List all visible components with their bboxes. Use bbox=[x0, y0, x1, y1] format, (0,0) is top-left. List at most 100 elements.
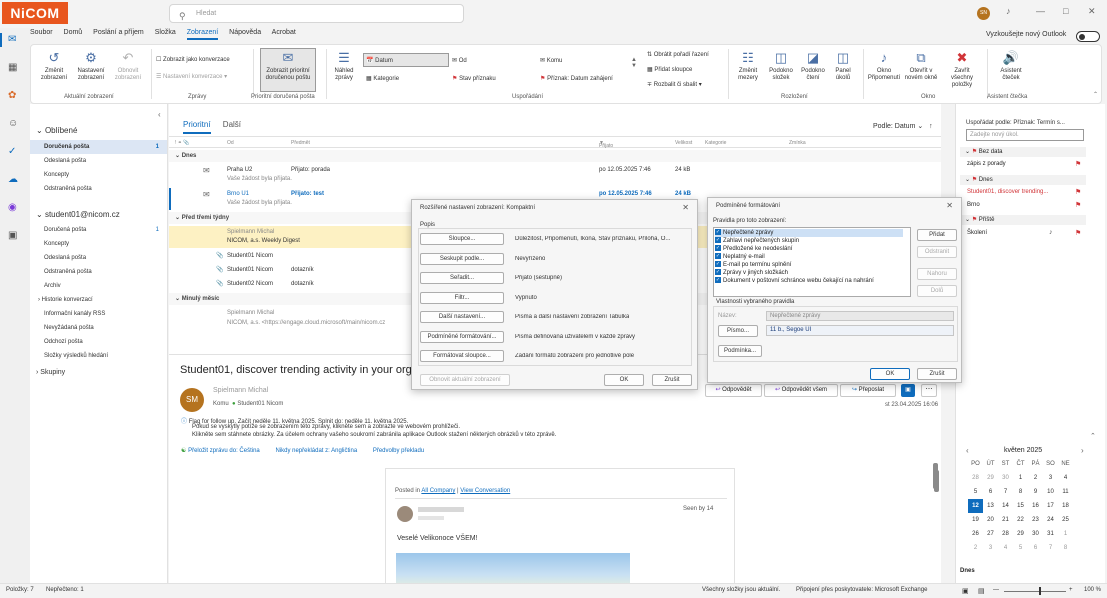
flag-icon[interactable]: ⚑ bbox=[1075, 160, 1081, 168]
new-task-input[interactable]: Zadejte nový úkol. bbox=[966, 129, 1084, 141]
open-new-window-button[interactable]: ⧉ Otevřít v novém okně bbox=[903, 50, 939, 82]
col-received[interactable]: Přijato ▼ bbox=[599, 140, 613, 149]
reading-pane-button[interactable]: ◪ Podokno čtení bbox=[797, 50, 829, 82]
calendar-day[interactable]: 23 bbox=[1028, 513, 1043, 527]
sender-name[interactable]: Spielmann Michal bbox=[213, 387, 268, 394]
reverse-sort-button[interactable]: ⇅ Obrátit pořadí řazení bbox=[647, 51, 709, 58]
folder-inbox[interactable]: Doručená pošta 1 bbox=[30, 223, 167, 237]
folder-archive[interactable]: Archiv bbox=[30, 279, 167, 293]
folder-search-folders[interactable]: Složky výsledků hledání bbox=[30, 349, 167, 363]
calendar-day[interactable]: 11 bbox=[1058, 485, 1073, 499]
task-item[interactable]: Školení bbox=[967, 230, 987, 236]
next-month-icon[interactable]: › bbox=[1081, 446, 1084, 455]
calendar-day[interactable]: 20 bbox=[983, 513, 998, 527]
web-view-info[interactable]: Pokud se vyskytly potíže se zobrazením t… bbox=[192, 424, 460, 430]
arrange-category-button[interactable]: ▦ Kategorie bbox=[366, 75, 399, 82]
group-future[interactable]: ⌄ ⚑ Příště bbox=[960, 215, 1086, 225]
tab-soubor[interactable]: Soubor bbox=[30, 29, 53, 36]
zoom-slider-thumb[interactable] bbox=[1039, 587, 1041, 595]
message-preview-button[interactable]: ☰ Náhled zprávy bbox=[330, 50, 358, 82]
rules-list[interactable]: ✓ Nepřečtené zprávy ✓ Zahlavi nepřečtených … bbox=[713, 227, 911, 297]
calendar-icon[interactable]: ▦ bbox=[8, 62, 17, 73]
cancel-button[interactable]: Zrušit bbox=[917, 368, 957, 380]
account-header[interactable]: ⌄ student01@nicom.cz bbox=[36, 210, 120, 219]
folder-drafts[interactable]: Koncepty bbox=[30, 237, 167, 251]
calendar-day[interactable]: 29 bbox=[983, 471, 998, 485]
task-item[interactable]: Brno bbox=[967, 202, 980, 208]
sort-dropdown[interactable]: Podle: Datum ⌄ ↑ bbox=[873, 122, 933, 130]
add-rule-button[interactable]: Přidat bbox=[917, 229, 957, 241]
tab-help[interactable]: Nápověda bbox=[229, 29, 261, 36]
calendar-day[interactable]: 27 bbox=[983, 527, 998, 541]
calendar-day[interactable]: 5 bbox=[968, 485, 983, 499]
rule-item[interactable]: ✓ Nepřečtené zprávy bbox=[715, 229, 903, 237]
apps-icon[interactable]: ▣ bbox=[8, 230, 17, 241]
calendar-day[interactable]: 30 bbox=[1028, 527, 1043, 541]
calendar-day[interactable]: 21 bbox=[998, 513, 1013, 527]
calendar-day[interactable]: 17 bbox=[1043, 499, 1058, 513]
arrange-date-button[interactable]: 📅 Datum bbox=[366, 57, 393, 64]
tab-focused[interactable]: Prioritní bbox=[183, 120, 211, 134]
reset-view-button[interactable]: ↶ Obnovit zobrazení bbox=[113, 50, 143, 82]
font-button[interactable]: Písmo... bbox=[718, 325, 758, 337]
calendar-day[interactable]: 6 bbox=[1028, 541, 1043, 555]
calendar-day[interactable]: 13 bbox=[983, 499, 998, 513]
add-columns-button[interactable]: ▦ Přidat sloupce bbox=[647, 66, 692, 73]
minimize-icon[interactable]: — bbox=[1036, 6, 1045, 16]
arrange-from-button[interactable]: ✉ Od bbox=[452, 57, 467, 64]
folder-sent[interactable]: Odeslaná pošta bbox=[30, 251, 167, 265]
calendar-day[interactable]: 18 bbox=[1058, 499, 1073, 513]
collapse-calendar-icon[interactable]: ⌃ bbox=[1090, 432, 1096, 440]
task-item[interactable]: Student01, discover trending... bbox=[967, 189, 1048, 195]
groups-header[interactable]: › Skupiny bbox=[36, 369, 65, 376]
folder-conversation-history[interactable]: › Historie konverzací bbox=[30, 293, 167, 307]
close-icon[interactable]: ✕ bbox=[1088, 6, 1096, 17]
favorites-header[interactable]: ⌄ Oblíbené bbox=[36, 126, 77, 135]
reset-current-view-button[interactable]: Obnovit aktuální zobrazení bbox=[420, 374, 510, 386]
move-up-button[interactable]: Nahoru bbox=[917, 268, 957, 280]
change-view-button[interactable]: ↺ Změnit zobrazení bbox=[39, 50, 69, 82]
view-setting-button[interactable]: Sloupce... bbox=[420, 233, 504, 245]
col-size[interactable]: Velikost bbox=[675, 140, 692, 146]
col-subject[interactable]: Předmět bbox=[291, 140, 310, 146]
bell-icon[interactable]: ♪ bbox=[1006, 6, 1011, 16]
calendar-day[interactable]: 28 bbox=[968, 471, 983, 485]
view-setting-button[interactable]: Filtr... bbox=[420, 291, 504, 304]
translate-link[interactable]: Přeložit zprávu do: Čeština bbox=[188, 448, 260, 454]
col-mention[interactable]: Zmínka bbox=[789, 140, 806, 146]
arrange-scroll-icon[interactable]: ▲ ▼ bbox=[631, 57, 637, 69]
arrange-by-label[interactable]: Uspořádat podle: Příznak: Termín s... bbox=[966, 120, 1065, 126]
folder-pane-button[interactable]: ◫ Podokno složek bbox=[765, 50, 797, 82]
all-company-link[interactable]: All Company bbox=[421, 488, 455, 494]
people-icon[interactable]: ☺ bbox=[8, 118, 18, 129]
folder-favorite-drafts[interactable]: Koncepty bbox=[30, 168, 167, 182]
rule-name-input[interactable]: Nepřečtené zprávy bbox=[766, 311, 954, 321]
folder-favorite-deleted[interactable]: Odstraněná pošta bbox=[30, 182, 167, 196]
folder-deleted[interactable]: Odstraněná pošta bbox=[30, 265, 167, 279]
calendar-day[interactable]: 12 bbox=[968, 499, 983, 513]
arrange-flag-button[interactable]: ⚑ Stav příznaku bbox=[452, 75, 496, 82]
calendar-day[interactable]: 5 bbox=[1013, 541, 1028, 555]
tab-domu[interactable]: Domů bbox=[64, 29, 83, 36]
reply-all-button[interactable]: ↩ Odpovědět všem bbox=[764, 384, 838, 397]
rule-checkbox[interactable]: ✓ bbox=[715, 237, 721, 244]
flag-icon[interactable]: ⚑ bbox=[1075, 229, 1081, 237]
list-scrollbar[interactable] bbox=[934, 470, 939, 492]
calendar-day[interactable]: 4 bbox=[998, 541, 1013, 555]
calendar-day[interactable]: 15 bbox=[1013, 499, 1028, 513]
group-today[interactable]: ⌄ ⚑ Dnes bbox=[960, 175, 1086, 185]
zoom-slider[interactable] bbox=[1004, 591, 1066, 592]
calendar-day[interactable]: 8 bbox=[1058, 541, 1073, 555]
expand-collapse-button[interactable]: ∓ Rozbalit či sbalit ▾ bbox=[647, 81, 702, 88]
calendar-day[interactable]: 1 bbox=[1058, 527, 1073, 541]
calendar-day[interactable]: 2 bbox=[968, 541, 983, 555]
tab-other[interactable]: Další bbox=[223, 120, 241, 129]
flag-icon[interactable]: ⚑ bbox=[1075, 201, 1081, 209]
never-translate-link[interactable]: Nikdy nepřekládat z: Angličtina bbox=[275, 448, 357, 454]
group-no-date[interactable]: ⌄ ⚑ Bez data bbox=[960, 147, 1086, 157]
normal-view-icon[interactable]: ▣ bbox=[962, 587, 969, 595]
todo-bar-button[interactable]: ◫ Panel úkolů bbox=[829, 50, 857, 82]
rule-checkbox[interactable]: ✓ bbox=[715, 269, 721, 276]
onedrive-icon[interactable]: ☁ bbox=[8, 174, 18, 185]
tab-send-receive[interactable]: Poslání a příjem bbox=[93, 29, 144, 36]
